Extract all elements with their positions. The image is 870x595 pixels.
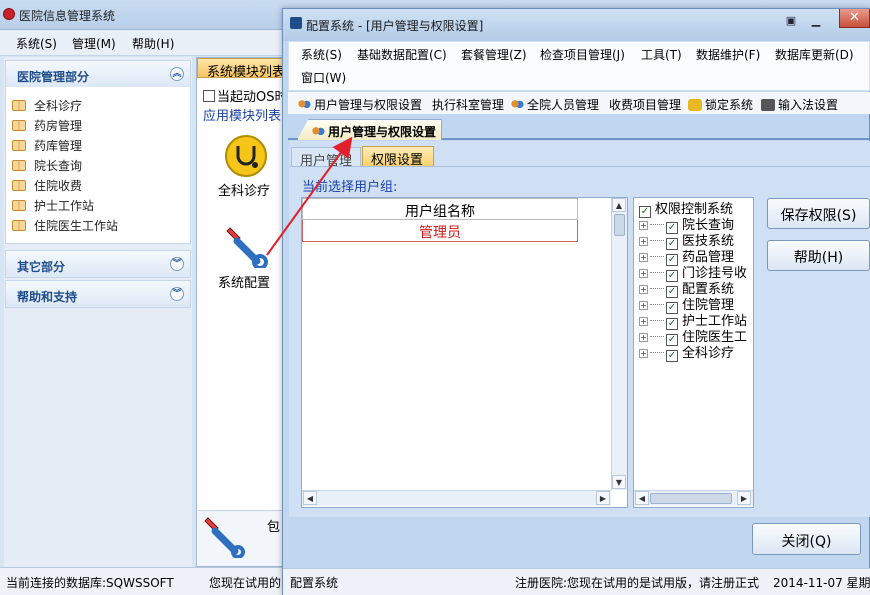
sidebar-item[interactable]: 院长查询: [12, 157, 82, 174]
tree-node[interactable]: + ✓ 全科诊疗: [639, 342, 734, 362]
horizontal-scrollbar[interactable]: ◀ ▶: [302, 490, 611, 506]
users-icon: [311, 126, 325, 138]
book-icon: [12, 120, 26, 131]
pin-icon[interactable]: ▣: [783, 14, 799, 30]
status-database: 当前连接的数据库:SQWSSOFT: [6, 576, 174, 590]
minimize-button[interactable]: ▁: [808, 14, 824, 30]
sidebar-item[interactable]: 住院收费: [12, 177, 82, 194]
close-button[interactable]: 关闭(Q): [752, 523, 861, 555]
expand-icon[interactable]: +: [639, 253, 648, 262]
book-icon: [12, 100, 26, 111]
group-title: 帮助和支持: [17, 290, 78, 304]
tab-permission-settings[interactable]: 权限设置: [362, 146, 434, 168]
users-icon: [297, 99, 311, 111]
dialog-menu-maintenance[interactable]: 数据维护(F): [696, 46, 760, 63]
toolbar-staff[interactable]: 全院人员管理: [510, 96, 599, 113]
book-icon: [12, 160, 26, 171]
group-help-support[interactable]: 帮助和支持 ︾: [5, 280, 191, 308]
scroll-thumb[interactable]: [650, 493, 732, 504]
status-trial: 您现在试用的: [209, 576, 282, 590]
save-permission-button[interactable]: 保存权限(S): [767, 198, 870, 229]
toolbar-charge-items[interactable]: 收费项目管理: [609, 96, 681, 113]
status-module: 配置系统: [290, 576, 339, 590]
module-label: 系统配置: [218, 276, 271, 291]
expand-icon[interactable]: +: [639, 221, 648, 230]
status-registration: 注册医院:您现在试用的是试用版，请注册正式: [515, 576, 760, 590]
expand-icon[interactable]: +: [639, 285, 648, 294]
scroll-down-icon[interactable]: ▼: [612, 475, 626, 489]
keyboard-icon: [761, 99, 775, 111]
dialog-menu-db-update[interactable]: 数据库更新(D): [775, 46, 854, 63]
chevron-up-icon[interactable]: ︽: [170, 67, 184, 81]
module-label: 全科诊疗: [218, 184, 271, 199]
sidebar-item[interactable]: 全科诊疗: [12, 97, 82, 114]
main-menu-system[interactable]: 系统(S): [16, 35, 57, 52]
expand-icon[interactable]: +: [639, 333, 648, 342]
book-icon: [12, 180, 26, 191]
main-window-title: 医院信息管理系统: [19, 9, 116, 23]
toolbar-lock[interactable]: 锁定系统: [688, 96, 753, 113]
status-date: 2014-11-07 星期五: [773, 576, 870, 590]
scroll-thumb[interactable]: [614, 214, 625, 236]
vertical-scrollbar[interactable]: ▲ ▼: [611, 198, 627, 490]
module-list-tab[interactable]: 系统模块列表: [197, 58, 287, 78]
group-other[interactable]: 其它部分 ︾: [5, 250, 191, 278]
dialog-menu-basic-data[interactable]: 基础数据配置(C): [357, 46, 447, 63]
scroll-right-icon[interactable]: ▶: [596, 491, 610, 505]
dialog-menu-exam[interactable]: 检查项目管理(J): [540, 46, 625, 63]
wrench-icon[interactable]: [222, 222, 270, 270]
dialog-menu-tools[interactable]: 工具(T): [641, 46, 682, 63]
sidebar-item[interactable]: 药库管理: [12, 137, 82, 154]
tree-horizontal-scrollbar[interactable]: ◀ ▶: [634, 490, 753, 506]
sidebar-item[interactable]: 住院医生工作站: [12, 217, 118, 234]
dialog-logo-icon: [290, 17, 302, 29]
scroll-right-icon[interactable]: ▶: [737, 491, 751, 505]
book-icon: [12, 200, 26, 211]
lock-icon: [688, 99, 702, 111]
user-group-grid: [301, 197, 628, 508]
sidebar-item[interactable]: 护士工作站: [12, 197, 94, 214]
group-title: 其它部分: [17, 260, 66, 274]
app-logo-icon: [3, 8, 15, 20]
module-bottom-label: 包: [267, 520, 281, 535]
group-title: 医院管理部分: [17, 70, 90, 84]
expand-icon[interactable]: +: [639, 301, 648, 310]
help-button[interactable]: 帮助(H): [767, 240, 870, 271]
close-window-button[interactable]: ✕: [839, 9, 870, 28]
autostart-checkbox[interactable]: 当起动OS时: [203, 86, 283, 105]
expand-icon[interactable]: +: [639, 269, 648, 278]
dialog-menu-system[interactable]: 系统(S): [301, 46, 342, 63]
toolbar-department[interactable]: 执行科室管理: [432, 96, 504, 113]
checkbox-icon[interactable]: [203, 90, 215, 102]
dialog-menu-window[interactable]: 窗口(W): [301, 69, 346, 86]
chevron-down-icon[interactable]: ︾: [170, 287, 184, 301]
wrench-icon: [202, 514, 250, 559]
sidebar-item[interactable]: 药房管理: [12, 117, 82, 134]
expand-icon[interactable]: +: [639, 317, 648, 326]
scroll-up-icon[interactable]: ▲: [612, 198, 626, 212]
toolbar-user-permission[interactable]: 用户管理与权限设置: [297, 96, 422, 113]
main-menu-manage[interactable]: 管理(M): [72, 35, 116, 52]
users-icon: [510, 99, 524, 111]
book-icon: [12, 220, 26, 231]
expand-icon[interactable]: +: [639, 237, 648, 246]
dialog-menu-package[interactable]: 套餐管理(Z): [461, 46, 527, 63]
stethoscope-icon[interactable]: [222, 134, 270, 178]
book-icon: [12, 140, 26, 151]
group-hospital-management[interactable]: 医院管理部分 ︽: [5, 60, 191, 88]
grid-column-header[interactable]: 用户组名称: [302, 198, 578, 220]
chevron-down-icon[interactable]: ︾: [170, 257, 184, 271]
expand-icon[interactable]: +: [639, 349, 648, 358]
current-group-label: 当前选择用户组:: [302, 180, 398, 195]
main-menu-help[interactable]: 帮助(H): [132, 35, 174, 52]
tab-user-management[interactable]: 用户管理: [291, 147, 361, 169]
dialog-title: 配置系统 - [用户管理与权限设置]: [306, 19, 484, 33]
module-list-label: 应用模块列表: [203, 109, 282, 124]
table-row[interactable]: 管理员: [302, 220, 578, 242]
checkbox-checked-icon[interactable]: ✓: [666, 350, 678, 362]
toolbar-input-method[interactable]: 输入法设置: [761, 96, 838, 113]
scroll-left-icon[interactable]: ◀: [303, 491, 317, 505]
document-tab-user-permission[interactable]: 用户管理与权限设置: [297, 119, 442, 140]
scroll-left-icon[interactable]: ◀: [635, 491, 649, 505]
